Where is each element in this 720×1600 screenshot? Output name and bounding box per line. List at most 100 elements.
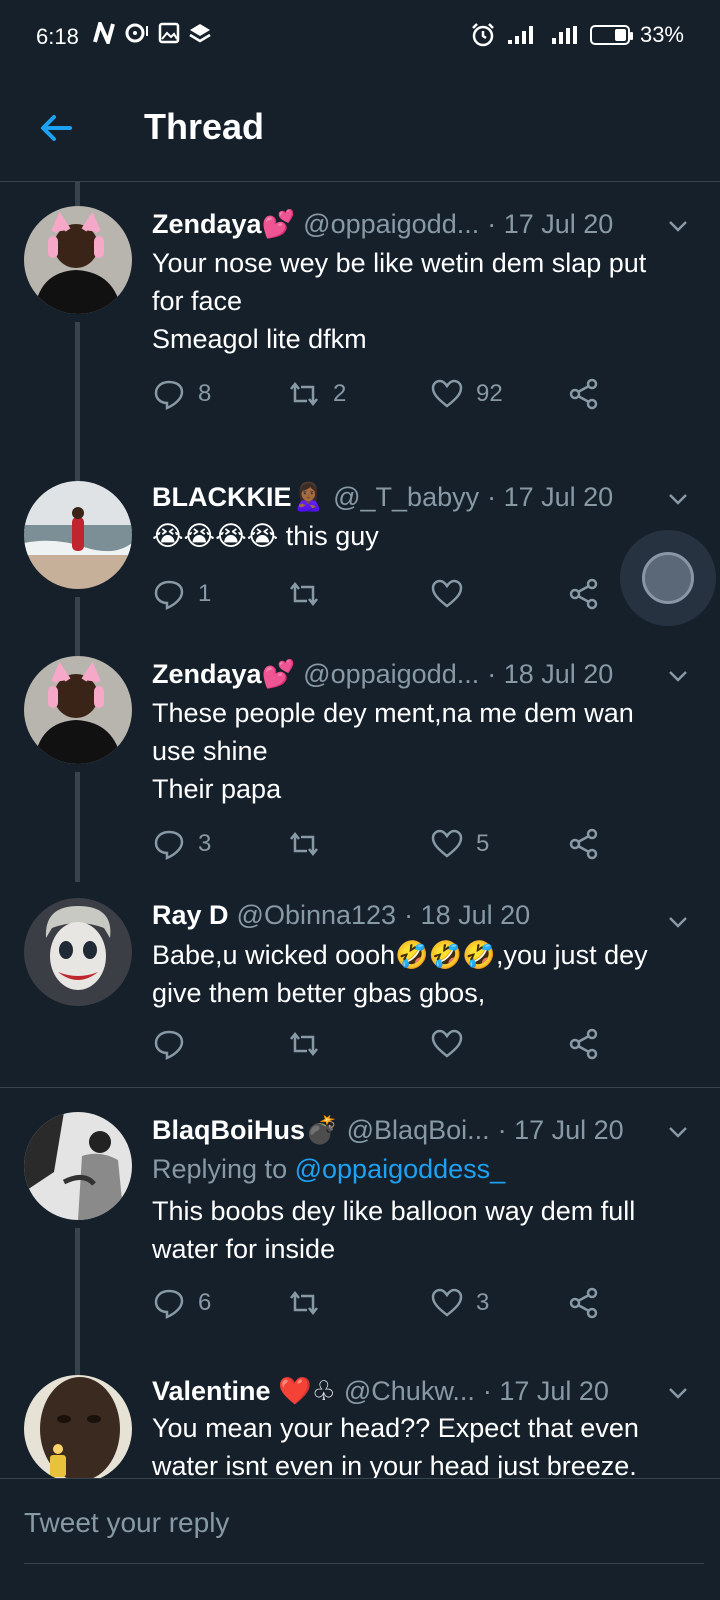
chevron-down-icon[interactable] [666,1120,690,1144]
reply-button[interactable]: 3 [152,827,211,861]
tweet-actions: 8 2 92 [152,377,612,417]
like-button[interactable] [430,1027,464,1061]
reply-input[interactable]: Tweet your reply [24,1507,229,1539]
share-button[interactable] [567,377,601,411]
display-name[interactable]: Zendaya💕 [152,208,295,240]
user-handle[interactable]: @oppaigodd... [303,209,479,240]
tweet-text-line: give them better gbas gbos, [152,978,486,1008]
avatar[interactable] [24,656,132,764]
user-handle[interactable]: @oppaigodd... [303,659,479,690]
tweet[interactable]: BlaqBoiHus💣 @BlaqBoi... · 17 Jul 20 Repl… [0,1088,720,1351]
reply-input-underline [24,1563,704,1564]
like-count: 92 [476,380,503,407]
floating-assistive-button[interactable] [620,530,716,626]
tweet[interactable]: Zendaya💕 @oppaigodd... · 18 Jul 20 These… [0,632,720,882]
tweet[interactable]: Zendaya💕 @oppaigodd... · 17 Jul 20 Your … [0,182,720,457]
reply-count: 8 [198,380,212,407]
share-button[interactable] [567,827,601,861]
tweet[interactable]: Ray D @Obinna123 · 18 Jul 20 Babe,u wick… [0,882,720,1088]
reply-mention-link[interactable]: @oppaigoddess_ [295,1154,506,1184]
tweet-text-line: Their papa [152,774,282,804]
share-button[interactable] [567,1027,601,1061]
tweet-text-line: use shine [152,736,268,766]
page-title: Thread [144,106,265,147]
chevron-down-icon[interactable] [666,910,690,934]
thread-connector [75,322,80,457]
tweet-actions: 6 3 [152,1286,612,1326]
heart-icon [431,829,463,858]
chat-icon [125,23,148,43]
reply-button[interactable]: 6 [152,1286,211,1320]
avatar[interactable] [24,481,132,589]
display-name[interactable]: BLACKKIE🙎🏾‍♀️ [152,481,325,513]
reply-count: 3 [198,830,212,857]
display-name[interactable]: Ray D [152,900,229,931]
reply-icon [154,830,184,860]
tweet-date: · 17 Jul 20 [497,1114,624,1145]
reply-button[interactable] [152,1027,186,1061]
share-icon [569,1028,598,1060]
reply-composer[interactable]: Tweet your reply [0,1478,720,1600]
avatar-zendaya-image [24,656,132,764]
tweet-date: · 18 Jul 20 [404,900,531,930]
tweet-text: Replying to @oppaigoddess_ This boobs de… [152,1150,696,1268]
share-button[interactable] [567,577,601,611]
retweet-icon [290,1290,318,1316]
thread-list: Zendaya💕 @oppaigodd... · 17 Jul 20 Your … [0,182,720,1511]
retweet-button[interactable] [287,1027,321,1061]
user-handle[interactable]: @Obinna123 [237,900,397,931]
display-name[interactable]: Valentine ❤️♧ [152,1375,336,1407]
avatar[interactable] [24,206,132,314]
back-arrow-icon[interactable] [36,108,76,148]
app-header: Thread [0,72,720,182]
retweet-button[interactable] [287,577,321,611]
tweet[interactable]: Valentine ❤️♧ @Chukw... · 17 Jul 20 You … [0,1351,720,1511]
floating-button-dot [642,552,694,604]
reply-button[interactable]: 8 [152,377,211,411]
like-count: 5 [476,830,490,857]
display-name[interactable]: Zendaya💕 [152,658,295,690]
avatar[interactable] [24,1112,132,1220]
reply-button[interactable]: 1 [152,577,211,611]
like-button[interactable] [430,577,464,611]
tweet-header: BlaqBoiHus💣 @BlaqBoi... · 17 Jul 20 [152,1114,690,1146]
avatar[interactable] [24,1375,132,1483]
like-button[interactable]: 5 [430,827,489,861]
heart-icon [431,579,463,608]
battery-fill [614,29,626,41]
user-handle[interactable]: @BlaqBoi... [347,1115,490,1146]
tweet-header: Zendaya💕 @oppaigodd... · 18 Jul 20 [152,658,690,690]
chevron-down-icon[interactable] [666,664,690,688]
reply-icon [154,580,184,610]
display-name[interactable]: BlaqBoiHus💣 [152,1114,339,1146]
chevron-down-icon[interactable] [666,1381,690,1405]
status-time: 6:18 [36,24,79,49]
heart-icon [431,1029,463,1058]
retweet-button[interactable] [287,1286,321,1320]
share-icon [569,378,598,410]
heart-icon [431,379,463,408]
like-button[interactable]: 3 [430,1286,489,1320]
chevron-down-icon[interactable] [666,214,690,238]
chevron-down-icon[interactable] [666,487,690,511]
tweet-header: Zendaya💕 @oppaigodd... · 17 Jul 20 [152,208,690,240]
thread-connector [75,772,80,882]
tweet-date: · 18 Jul 20 [487,658,614,689]
share-button[interactable] [567,1286,601,1320]
user-handle[interactable]: @_T_babyy [333,482,479,513]
retweet-button[interactable]: 2 [287,377,346,411]
tweet-actions: 1 [152,577,612,617]
tweet-header: Ray D @Obinna123 · 18 Jul 20 [152,900,690,931]
tweet-text-line: Smeagol lite dfkm [152,324,367,354]
notification-icons [92,22,212,44]
nfc-icon [93,22,115,44]
avatar[interactable] [24,898,132,1006]
like-button[interactable]: 92 [430,377,503,411]
retweet-button[interactable] [287,827,321,861]
battery-percent: 33% [639,22,684,47]
share-icon [569,578,598,610]
user-handle[interactable]: @Chukw... [344,1376,475,1407]
tweet[interactable]: BLACKKIE🙎🏾‍♀️ @_T_babyy · 17 Jul 20 😭😭😭😭… [0,457,720,632]
tweet-header: BLACKKIE🙎🏾‍♀️ @_T_babyy · 17 Jul 20 [152,481,690,513]
tweet-text-line: Your nose wey be like wetin dem slap put [152,248,647,278]
